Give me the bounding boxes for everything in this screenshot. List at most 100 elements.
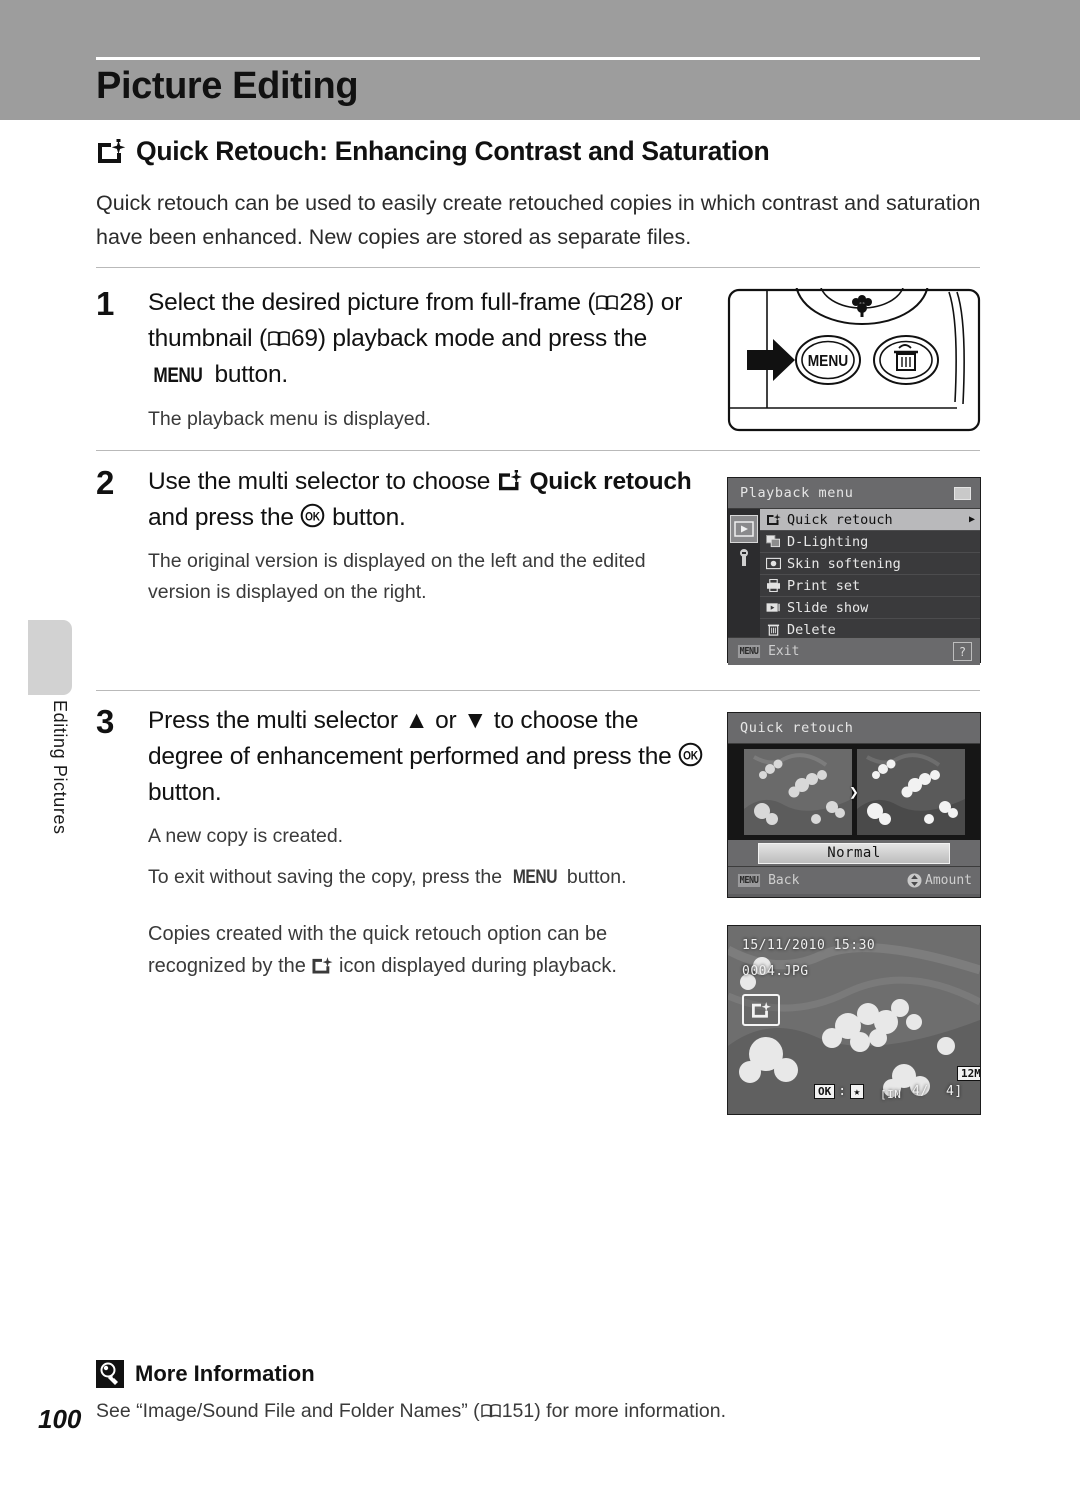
- side-tab-marker: [28, 620, 72, 695]
- print-set-icon: [766, 579, 781, 592]
- menu-item-label: Skin softening: [787, 555, 901, 572]
- multi-selector-down-icon: ▼: [463, 707, 488, 734]
- menu-item-label: Slide show: [787, 599, 869, 616]
- camera-back-illustration: MENU: [727, 239, 981, 432]
- menu-item-delete[interactable]: Delete: [760, 619, 980, 640]
- step-3-subtext-1: A new copy is created.: [148, 825, 344, 847]
- skin-softening-icon: [766, 557, 781, 570]
- playback-menu-screenshot: Playback menu Quick retouch ▶ D-Lighting: [727, 477, 981, 665]
- d-lighting-icon: [766, 535, 781, 548]
- step-1-text-a: Select the desired picture from full-fra…: [148, 289, 596, 316]
- more-information-body: See “Image/Sound File and Folder Names” …: [96, 1400, 976, 1423]
- battery-icon: [954, 487, 971, 500]
- playback-menu-list: Quick retouch ▶ D-Lighting Skin softenin…: [760, 509, 980, 640]
- quick-retouch-back-label: Back: [768, 873, 800, 888]
- ok-badge: OK: [814, 1084, 836, 1099]
- book-ref-icon: [480, 1402, 502, 1420]
- step-1-text-c: ) playback mode and press the: [317, 325, 648, 352]
- menu-button-label: MENU: [153, 364, 203, 387]
- menu-button-label: MENU: [512, 867, 557, 888]
- page-number: 100: [38, 1404, 82, 1434]
- menu-item-label: D-Lighting: [787, 533, 869, 550]
- quick-retouch-icon: [766, 513, 781, 526]
- ok-star-hint: OK : ★: [814, 1084, 865, 1099]
- memory-indicator: [IN: [880, 1088, 902, 1101]
- divider-step2: [96, 450, 980, 451]
- ok-button-icon: OK: [300, 503, 325, 528]
- playback-photo-screenshot: 15/11/2010 15:30 0004.JPG 12M OK : ★ [IN…: [727, 925, 981, 1115]
- playback-menu-body: Quick retouch ▶ D-Lighting Skin softenin…: [728, 509, 980, 640]
- playback-menu-exit-label: Exit: [768, 644, 800, 659]
- step-1-text-d: button.: [207, 361, 288, 388]
- quick-retouch-footer: MENU Back Amount: [728, 866, 980, 894]
- quick-retouch-amount-row: Normal: [728, 840, 980, 866]
- setup-wrench-tab-icon[interactable]: [731, 545, 757, 571]
- menu-item-quick-retouch[interactable]: Quick retouch ▶: [760, 509, 980, 531]
- page-title: Picture Editing: [96, 65, 359, 107]
- frame-current: 4/: [912, 1084, 929, 1099]
- menu-item-skin-softening[interactable]: Skin softening: [760, 553, 980, 575]
- photo-datetime: 15/11/2010 15:30: [742, 938, 876, 953]
- divider-step1: [96, 267, 980, 268]
- book-ref-icon: [595, 293, 619, 313]
- frame-total: 4]: [946, 1084, 963, 1099]
- lightbulb-icon: [96, 1360, 124, 1388]
- quick-retouch-title: Quick retouch: [740, 720, 854, 736]
- step-1-subtext: The playback menu is displayed.: [148, 408, 431, 430]
- step-3-subtext-2: To exit without saving the copy, press t…: [148, 862, 748, 893]
- quick-retouch-preview-row: ❯: [728, 744, 980, 840]
- menu-item-slide-show[interactable]: Slide show: [760, 597, 980, 619]
- more-info-text-b: ) for more information.: [534, 1400, 727, 1422]
- playback-menu-footer: MENU Exit ?: [728, 637, 980, 665]
- retouch-note-paragraph: Copies created with the quick retouch op…: [148, 918, 678, 982]
- quick-retouch-titlebar: Quick retouch: [728, 713, 980, 744]
- quick-retouch-screenshot: Quick retouch ❯ Normal MENU Back Amount: [727, 712, 981, 898]
- amount-value-pill[interactable]: Normal: [758, 842, 950, 864]
- slide-show-icon: [766, 601, 781, 614]
- chevron-right-icon: ▶: [968, 514, 975, 525]
- step-1-ref-28: 28: [619, 289, 647, 316]
- more-info-ref-151: 151: [501, 1400, 535, 1422]
- quick-retouch-icon: [96, 138, 126, 165]
- menu-button-badge: MENU: [737, 874, 761, 887]
- step-1-ref-69: 69: [291, 325, 318, 352]
- step-3-body: Press the multi selector ▲ or ▼ to choos…: [148, 703, 708, 893]
- multi-selector-up-icon: ▲: [404, 707, 429, 734]
- header-rule: [96, 57, 980, 60]
- playback-tab-icon[interactable]: [730, 515, 758, 543]
- section-heading: Quick Retouch: Enhancing Contrast and Sa…: [96, 136, 986, 167]
- menu-item-label: Print set: [787, 577, 861, 594]
- step-2-heading: Use the multi selector to choose Quick r…: [148, 464, 708, 536]
- ok-button-icon: OK: [678, 742, 703, 767]
- step-2-text-a: Use the multi selector to choose: [148, 468, 497, 495]
- playback-menu-title: Playback menu: [740, 485, 854, 501]
- transform-arrow-icon: ❯: [849, 782, 859, 802]
- step-2-body: Use the multi selector to choose Quick r…: [148, 464, 708, 608]
- step-number-1: 1: [96, 285, 115, 322]
- svg-text:OK: OK: [306, 511, 321, 524]
- step-number-3: 3: [96, 703, 115, 740]
- quick-retouch-badge-icon: [742, 994, 780, 1026]
- playback-menu-titlebar: Playback menu: [728, 478, 980, 509]
- step-3-heading: Press the multi selector ▲ or ▼ to choos…: [148, 703, 708, 811]
- section-title: Quick Retouch: Enhancing Contrast and Sa…: [136, 136, 770, 166]
- step-2-text-b: and press the: [148, 504, 301, 531]
- help-icon[interactable]: ?: [953, 642, 972, 661]
- divider-step3: [96, 690, 980, 691]
- menu-item-print-set[interactable]: Print set: [760, 575, 980, 597]
- svg-text:MENU: MENU: [808, 352, 848, 370]
- step-1-heading: Select the desired picture from full-fra…: [148, 285, 708, 394]
- menu-button-badge: MENU: [737, 645, 761, 658]
- menu-item-label: Delete: [787, 621, 836, 638]
- amount-hint-group: Amount: [907, 873, 972, 888]
- step-3-text-a: Press the multi selector: [148, 707, 405, 734]
- step-2-text-c: button.: [325, 504, 406, 531]
- section-intro: Quick retouch can be used to easily crea…: [96, 191, 981, 249]
- step-2-bold-quick-retouch: Quick retouch: [529, 468, 692, 495]
- delete-trash-icon: [766, 623, 781, 636]
- menu-item-d-lighting[interactable]: D-Lighting: [760, 531, 980, 553]
- svg-text:OK: OK: [683, 750, 698, 763]
- image-size-badge: 12M: [957, 1066, 980, 1081]
- step-number-2: 2: [96, 464, 115, 501]
- side-tab-label: Editing Pictures: [50, 700, 70, 835]
